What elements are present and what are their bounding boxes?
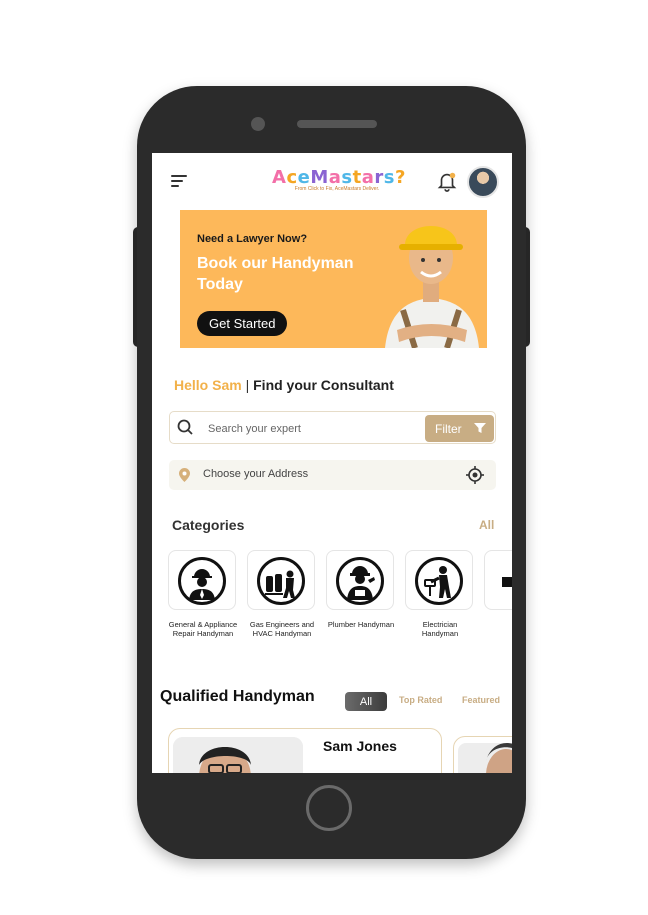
handyman-portrait xyxy=(173,737,303,773)
handyman-name: Sam Jones xyxy=(323,738,397,754)
location-pin-icon xyxy=(179,468,190,482)
phone-camera xyxy=(251,117,265,131)
search-input[interactable] xyxy=(206,418,420,440)
home-button[interactable] xyxy=(306,785,352,831)
handyman-card[interactable]: Sam Jones xyxy=(168,728,442,773)
handyman-card-partial[interactable] xyxy=(453,736,512,773)
categories-all-link[interactable]: All xyxy=(479,518,494,532)
greeting-hello: Hello Sam xyxy=(174,377,242,393)
gas-engineer-icon xyxy=(265,570,295,598)
promo-banner: Need a Lawyer Now? Book our Handyman Tod… xyxy=(180,210,487,348)
tab-top-rated[interactable]: Top Rated xyxy=(399,695,442,705)
handyman-portrait-partial xyxy=(458,743,512,773)
get-started-button[interactable]: Get Started xyxy=(197,311,288,336)
search-icon xyxy=(177,419,193,435)
app-screen: AceMastars? From Click to Fix, AceMastar… xyxy=(152,153,512,773)
top-bar: AceMastars? From Click to Fix, AceMastar… xyxy=(152,153,512,208)
greeting-separator: | xyxy=(245,377,250,393)
category-partial-icon xyxy=(502,577,512,587)
qualified-handyman-title: Qualified Handyman xyxy=(160,688,315,705)
handyman-photo xyxy=(173,737,303,773)
category-label: Gas Engineers and HVAC Handyman xyxy=(249,620,315,638)
category-plumber[interactable]: Plumber Handyman xyxy=(326,550,396,629)
banner-headline: Book our Handyman Today xyxy=(197,255,354,293)
filter-button[interactable]: Filter xyxy=(425,415,494,442)
tab-all[interactable]: All xyxy=(345,692,387,711)
banner-subtitle: Need a Lawyer Now? xyxy=(197,233,308,245)
category-electrician[interactable]: Electrician Handyman xyxy=(405,550,475,638)
current-location-icon[interactable] xyxy=(466,466,484,484)
category-label: General & Appliance Repair Handyman xyxy=(168,620,238,638)
handyman-illustration xyxy=(385,226,479,348)
category-label: Plumber Handyman xyxy=(327,620,395,629)
category-label: Electrician Handyman xyxy=(421,620,459,638)
categories-title: Categories xyxy=(172,517,245,533)
category-partial[interactable] xyxy=(484,550,512,610)
logo-text: AceMastars? xyxy=(272,167,406,188)
category-general-repair[interactable]: General & Appliance Repair Handyman xyxy=(168,550,238,638)
address-selector[interactable]: Choose your Address xyxy=(169,460,496,490)
plumber-icon xyxy=(347,566,375,600)
user-avatar[interactable] xyxy=(467,166,499,198)
filter-icon xyxy=(474,423,486,433)
tab-featured[interactable]: Featured xyxy=(462,695,500,705)
phone-speaker xyxy=(297,120,377,128)
menu-icon[interactable] xyxy=(171,175,189,189)
notification-bell-icon[interactable] xyxy=(436,170,458,192)
search-bar: Filter xyxy=(169,411,496,444)
category-gas-hvac[interactable]: Gas Engineers and HVAC Handyman xyxy=(247,550,317,638)
greeting: Hello Sam | Find your Consultant xyxy=(174,377,394,393)
electrician-icon xyxy=(424,566,451,598)
filter-label: Filter xyxy=(435,421,462,436)
app-logo: AceMastars? From Click to Fix, AceMastar… xyxy=(272,167,405,201)
address-label: Choose your Address xyxy=(203,468,309,480)
handyman-helmet-icon xyxy=(189,569,215,600)
greeting-title: Find your Consultant xyxy=(253,377,394,393)
